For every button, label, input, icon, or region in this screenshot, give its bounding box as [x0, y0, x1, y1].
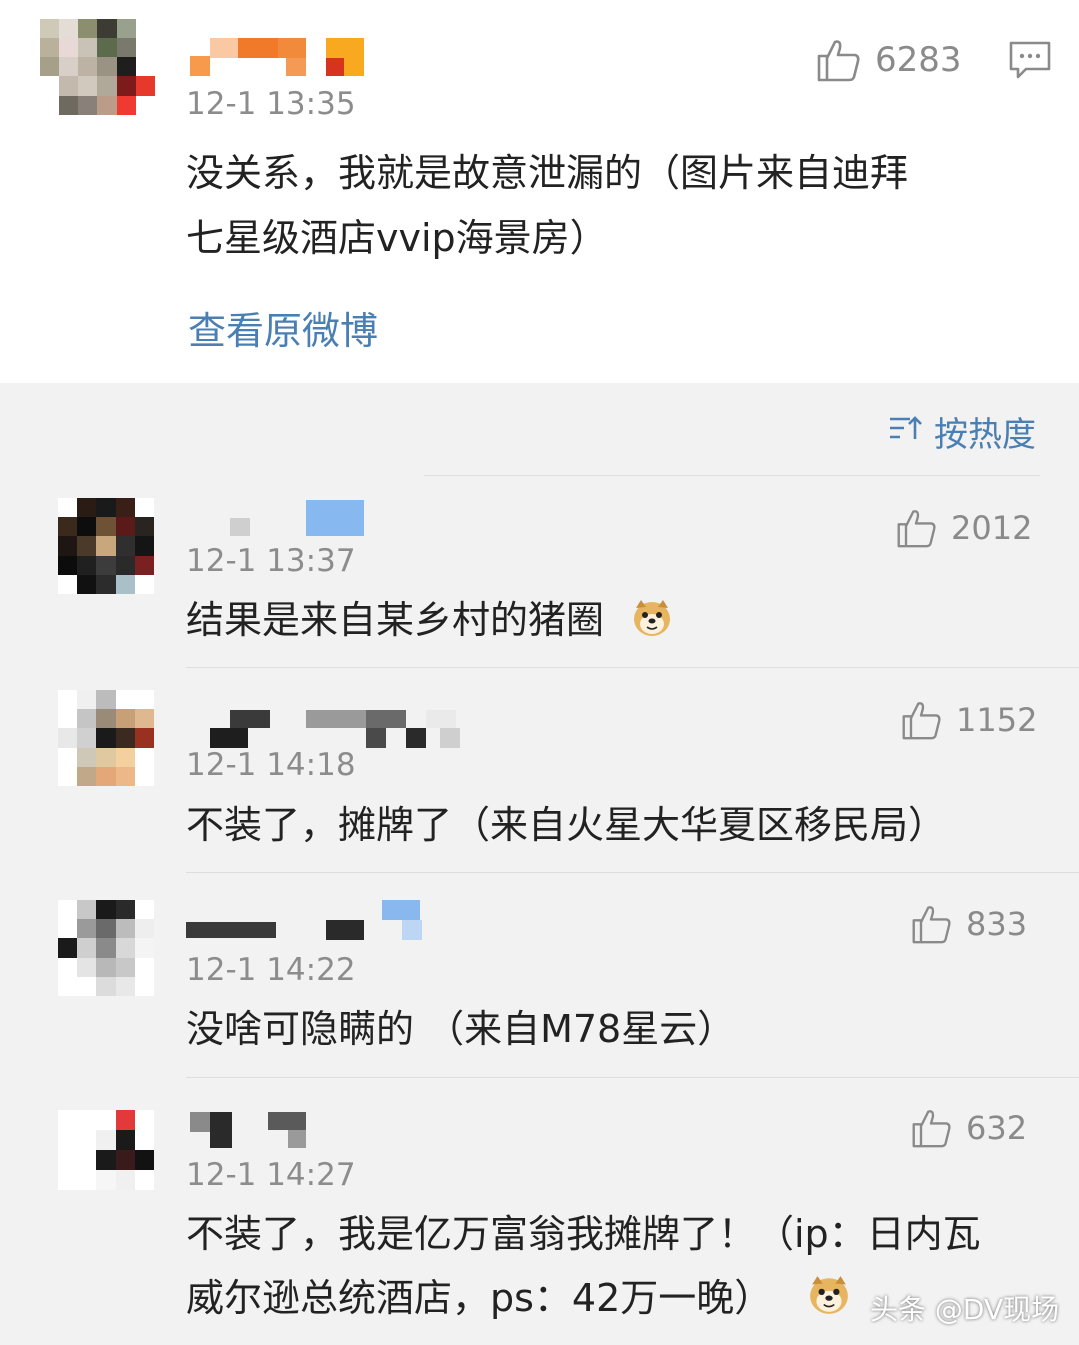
comment-time: 12-1 14:22	[186, 952, 356, 988]
divider	[186, 667, 1079, 668]
divider	[424, 475, 1040, 476]
post-time: 12-1 13:35	[186, 86, 356, 122]
like-count: 632	[966, 1109, 1028, 1147]
comment-time: 12-1 14:18	[186, 747, 356, 783]
comment-text-line1: 不装了，我是亿万富翁我摊牌了！（ip：日内瓦	[186, 1212, 981, 1256]
like-count: 833	[966, 905, 1028, 943]
comment-time: 12-1 13:37	[186, 543, 356, 579]
sort-label: 按热度	[934, 415, 1036, 455]
comment-like-button[interactable]: 833	[910, 904, 1027, 944]
avatar[interactable]	[58, 690, 154, 786]
thumbs-up-icon	[895, 508, 937, 548]
avatar[interactable]	[58, 900, 154, 996]
username-blurred[interactable]	[186, 900, 426, 942]
comment-like-button[interactable]: 2012	[895, 508, 1032, 548]
view-original-link[interactable]: 查看原微博	[188, 300, 378, 355]
comment-time: 12-1 14:27	[186, 1157, 356, 1193]
watermark: 头条 @DV现场	[870, 1293, 1060, 1326]
comment-text: 不装了，摊牌了（来自火星大华夏区移民局）	[186, 803, 947, 847]
username-blurred[interactable]	[210, 710, 460, 750]
like-count: 6283	[875, 40, 962, 80]
post-text-line2: 七星级酒店vvip海景房）	[186, 216, 608, 260]
thumbs-up-icon	[900, 700, 942, 740]
comment-like-button[interactable]: 1152	[900, 700, 1037, 740]
thumbs-up-icon	[910, 904, 952, 944]
username-blurred[interactable]	[230, 500, 370, 540]
doge-emoji	[808, 1274, 850, 1320]
comment-text-line2: 威尔逊总统酒店，ps：42万一晚）	[186, 1276, 773, 1320]
divider	[186, 872, 1079, 873]
avatar[interactable]	[58, 498, 154, 594]
comment-text: 结果是来自某乡村的猪圈	[186, 598, 605, 642]
post-like-button[interactable]: 6283	[815, 38, 962, 82]
like-count: 2012	[951, 509, 1033, 547]
username-blurred[interactable]	[190, 38, 370, 78]
divider	[186, 1077, 1079, 1078]
comment-text: 没啥可隐瞒的 （来自M78星云）	[186, 1007, 736, 1051]
comment-icon[interactable]	[1008, 40, 1052, 84]
like-count: 1152	[956, 701, 1038, 739]
avatar[interactable]	[40, 19, 155, 134]
post-text-line1: 没关系，我就是故意泄漏的（图片来自迪拜	[186, 151, 909, 195]
sort-by-hot-button[interactable]: 按热度	[888, 407, 1036, 456]
comment-like-button[interactable]: 632	[910, 1108, 1027, 1148]
avatar[interactable]	[58, 1110, 154, 1190]
thumbs-up-icon	[910, 1108, 952, 1148]
username-blurred[interactable]	[190, 1112, 310, 1152]
doge-emoji	[632, 598, 672, 642]
sort-icon	[888, 412, 922, 452]
thumbs-up-icon	[815, 38, 861, 82]
